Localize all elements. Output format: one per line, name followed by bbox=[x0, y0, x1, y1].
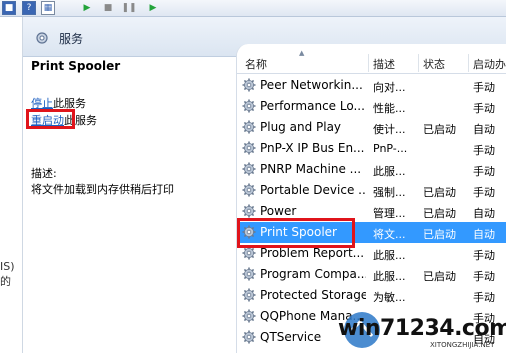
service-gear-icon bbox=[242, 267, 256, 281]
service-description-cell: 向对... bbox=[373, 81, 406, 94]
play-icon[interactable]: ▶ bbox=[80, 1, 94, 15]
service-description-cell: 强制... bbox=[373, 186, 406, 199]
service-status-cell: 已启动 bbox=[423, 270, 456, 283]
service-gear-icon bbox=[242, 99, 256, 113]
service-gear-icon bbox=[242, 120, 256, 134]
service-startup-cell: 自动 bbox=[473, 207, 495, 220]
service-name-cell: Performance Lo... bbox=[260, 99, 365, 113]
description-text: 将文件加载到内存供稍后打印 bbox=[31, 183, 174, 196]
service-description-cell: 此服... bbox=[373, 270, 406, 283]
service-row[interactable]: PNRP Machine ... 此服... 手动 bbox=[237, 159, 506, 180]
view-icon[interactable]: ■ bbox=[2, 1, 16, 15]
restart-highlight-box bbox=[26, 109, 75, 129]
service-name-cell: Program Compa... bbox=[260, 267, 366, 281]
column-divider[interactable] bbox=[468, 54, 469, 72]
print-spooler-highlight-box bbox=[237, 218, 355, 248]
service-startup-cell: 自动 bbox=[473, 228, 495, 241]
service-status-cell: 已启动 bbox=[423, 228, 456, 241]
service-row[interactable]: Portable Device ... 强制... 已启动 手动 bbox=[237, 180, 506, 201]
service-gear-icon bbox=[242, 246, 256, 260]
service-description-cell: 此服... bbox=[373, 165, 406, 178]
service-gear-icon bbox=[242, 78, 256, 92]
service-startup-cell: 手动 bbox=[473, 165, 495, 178]
column-header: ▲ 名称 描述 状态 启动办 bbox=[237, 49, 506, 74]
services-gear-icon bbox=[36, 32, 48, 44]
service-gear-icon bbox=[242, 309, 256, 323]
properties-icon[interactable]: ▦ bbox=[41, 1, 55, 15]
service-detail-pane: Print Spooler 停止此服务 重启动此服务 描述: 将文件加载到内存供… bbox=[23, 57, 236, 353]
service-name-cell: PnP-X IP Bus En... bbox=[260, 141, 365, 155]
service-status-cell: 已启动 bbox=[423, 207, 456, 220]
service-name: Print Spooler bbox=[31, 59, 121, 73]
pause-icon[interactable]: ❚❚ bbox=[121, 1, 136, 15]
service-description-cell: 将文... bbox=[373, 228, 406, 241]
service-row[interactable]: Peer Networkin... 向对... 手动 bbox=[237, 75, 506, 96]
service-description-cell: 管理... bbox=[373, 207, 406, 220]
service-startup-cell: 手动 bbox=[473, 102, 495, 115]
page-title: 服务 bbox=[59, 32, 84, 46]
column-name[interactable]: 名称 bbox=[245, 56, 267, 72]
column-divider[interactable] bbox=[368, 54, 369, 72]
service-name-cell: Plug and Play bbox=[260, 120, 342, 134]
help-icon[interactable]: ? bbox=[22, 1, 36, 15]
toolbar: ■ ? ▦ ▶ ■ ❚❚ ▶ bbox=[0, 0, 506, 17]
stop-icon[interactable]: ■ bbox=[101, 1, 115, 15]
restart-icon[interactable]: ▶ bbox=[146, 1, 160, 15]
service-description-cell: 此服... bbox=[373, 249, 406, 262]
service-startup-cell: 手动 bbox=[473, 81, 495, 94]
service-description-cell: 使计... bbox=[373, 123, 406, 136]
service-gear-icon bbox=[242, 288, 256, 302]
service-startup-cell: 手动 bbox=[473, 249, 495, 262]
console-tree: IS)的 bbox=[0, 17, 23, 353]
service-description-cell: PnP-... bbox=[373, 142, 408, 155]
service-name-cell: Peer Networkin... bbox=[260, 78, 363, 92]
watermark-text: win71234.com bbox=[338, 316, 506, 341]
service-row[interactable]: Performance Lo... 性能... 手动 bbox=[237, 96, 506, 117]
tree-fragment: IS)的 bbox=[0, 260, 15, 288]
service-name-cell: Problem Report... bbox=[260, 246, 365, 260]
watermark-subtext: XITONGZHIJIA.NET bbox=[430, 341, 495, 349]
service-startup-cell: 手动 bbox=[473, 186, 495, 199]
service-status-cell: 已启动 bbox=[423, 123, 456, 136]
service-row[interactable]: Program Compa... 此服... 已启动 手动 bbox=[237, 264, 506, 285]
service-status-cell: 已启动 bbox=[423, 186, 456, 199]
service-startup-cell: 手动 bbox=[473, 144, 495, 157]
column-startup-type[interactable]: 启动办 bbox=[473, 56, 506, 72]
service-gear-icon bbox=[242, 162, 256, 176]
column-status[interactable]: 状态 bbox=[423, 56, 445, 72]
service-gear-icon bbox=[242, 204, 256, 218]
service-name-cell: Power bbox=[260, 204, 297, 218]
service-row[interactable]: Plug and Play 使计... 已启动 自动 bbox=[237, 117, 506, 138]
service-name-cell: Portable Device ... bbox=[260, 183, 366, 197]
service-name-cell: PNRP Machine ... bbox=[260, 162, 362, 176]
service-startup-cell: 手动 bbox=[473, 270, 495, 283]
column-description[interactable]: 描述 bbox=[373, 56, 395, 72]
column-divider[interactable] bbox=[418, 54, 419, 72]
sort-ascending-icon: ▲ bbox=[299, 49, 305, 57]
service-row[interactable]: PnP-X IP Bus En... PnP-... 手动 bbox=[237, 138, 506, 159]
service-gear-icon bbox=[242, 141, 256, 155]
description-label: 描述: bbox=[31, 167, 57, 180]
service-gear-icon bbox=[242, 183, 256, 197]
service-gear-icon bbox=[242, 330, 256, 344]
service-description-cell: 性能... bbox=[373, 102, 406, 115]
service-startup-cell: 自动 bbox=[473, 123, 495, 136]
